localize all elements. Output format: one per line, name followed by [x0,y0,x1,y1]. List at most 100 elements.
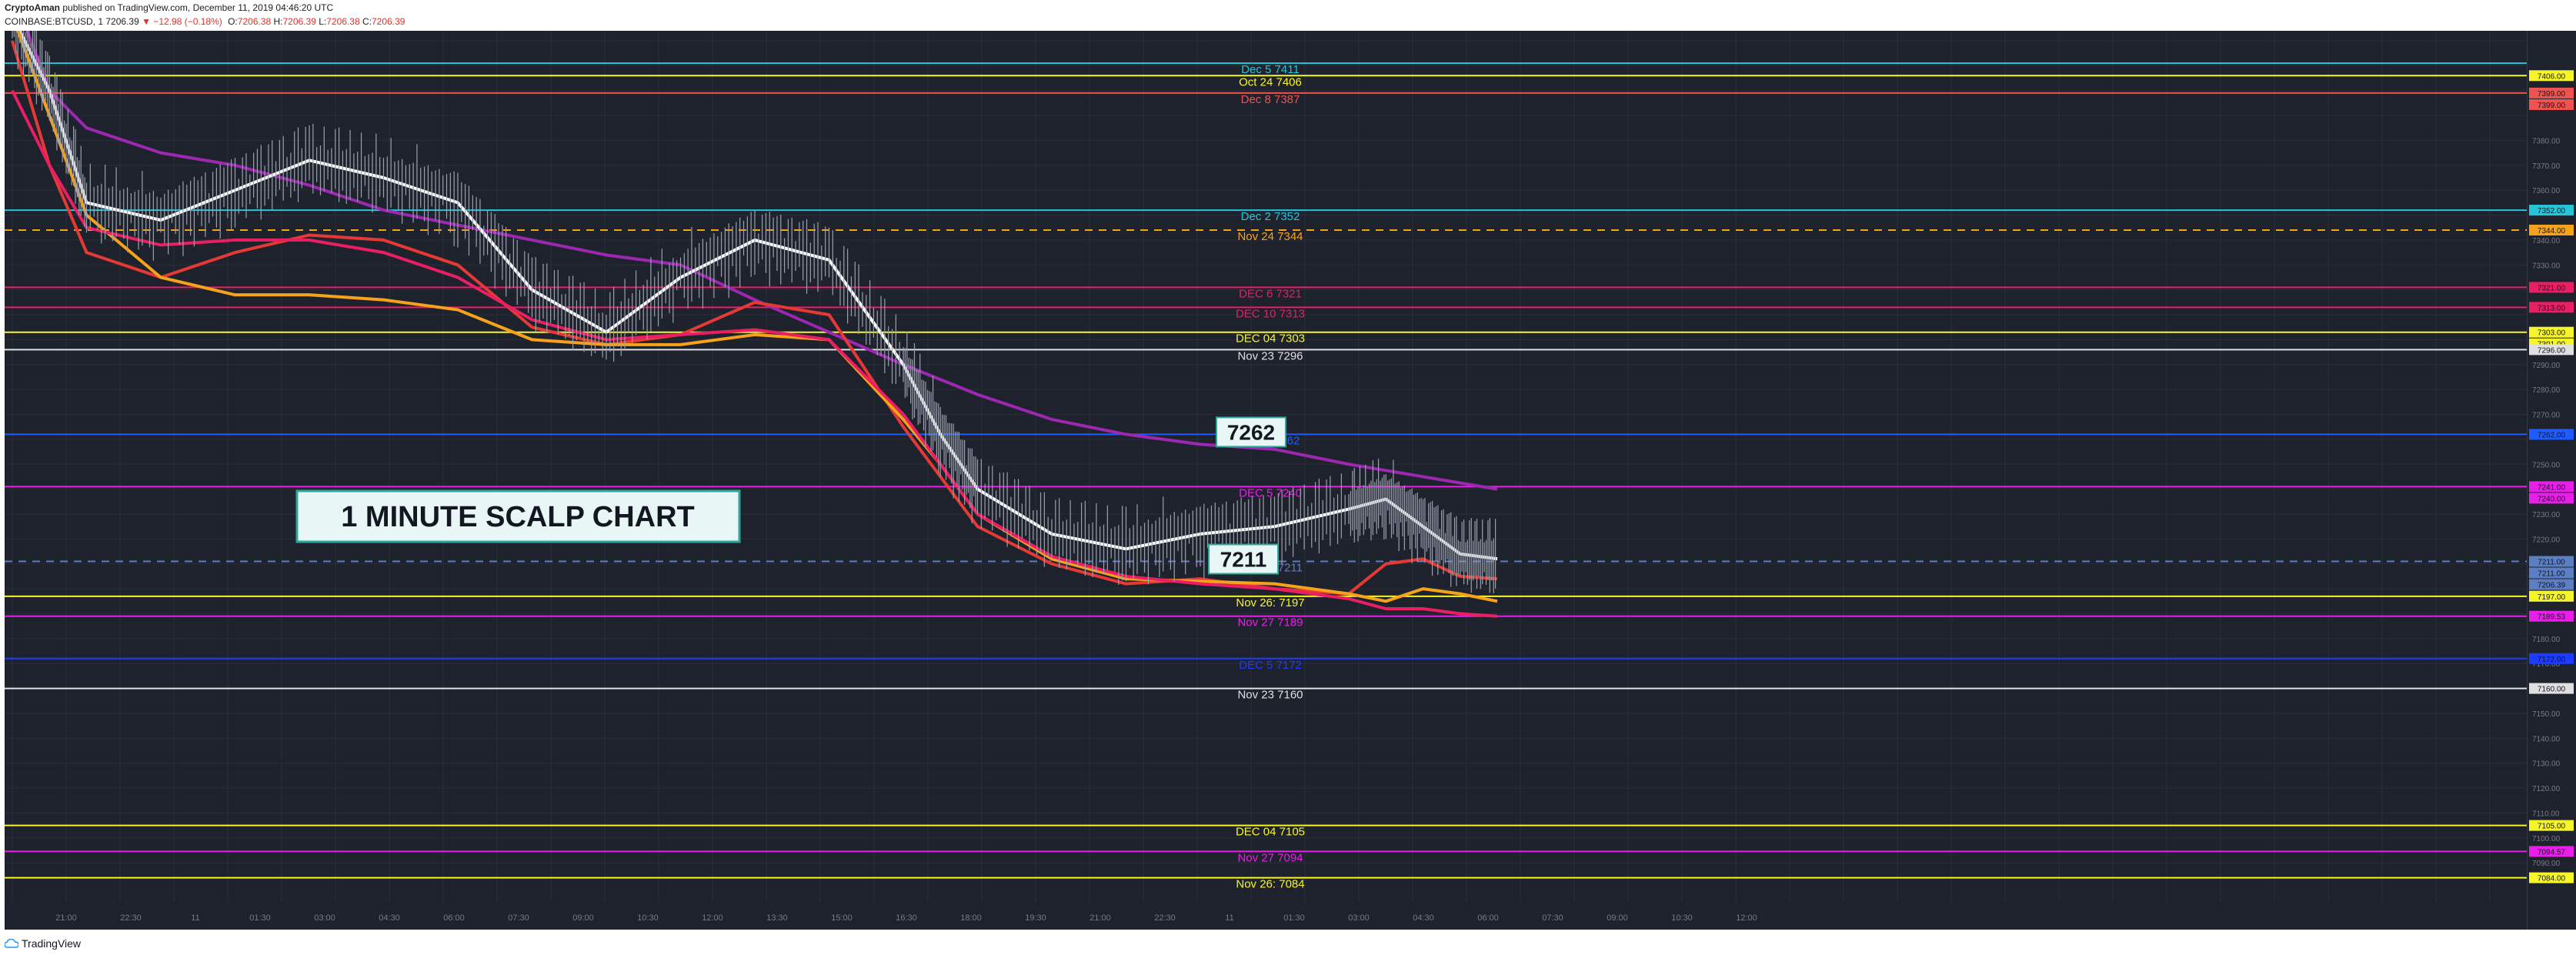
title-box-label: 1 MINUTE SCALP CHART [341,501,695,533]
price-tick-label: 7140.00 [2532,735,2561,743]
brand-label: TradingView [22,937,82,950]
time-tick-label: 03:00 [314,913,335,923]
price-tick-label: 7280.00 [2532,386,2561,395]
price-tick-label: 7380.00 [2532,137,2561,145]
time-tick-label: 10:30 [1671,913,1693,923]
price-tag-label: 7172.00 [2538,656,2566,664]
price-tag-label: 7321.00 [2538,284,2566,292]
close-value: 7206.39 [371,16,405,27]
price-tick-label: 7130.00 [2532,760,2561,769]
close-label: C: [362,16,372,27]
level-lines: Dec 5 7411Oct 24 7406 Dec 8 7387 Dec 2 735… [5,62,2527,891]
down-arrow-icon: ▼ [142,16,151,27]
low-label: L: [319,16,327,27]
price-tag-label: 7105.00 [2538,823,2566,831]
price-change: −12.98 (−0.18%) [153,16,222,27]
price-tick-label: 7220.00 [2532,536,2561,544]
time-tick-label: 10:30 [637,913,659,923]
price-tag-label: 7211.00 [2538,570,2565,579]
price-tag-label: 7399.00 [2538,90,2566,99]
price-tag-label: 7399.00 [2538,102,2566,110]
time-tick-label: 21:00 [1089,913,1111,923]
price-tick-label: 7100.00 [2532,835,2561,843]
level-label: DEC 10 7313 [1236,307,1305,320]
level-label: DEC 04 7105 [1236,826,1305,839]
time-tick-label: 15:00 [831,913,853,923]
open-label: O: [228,16,238,27]
chart-canvas[interactable]: Dec 5 7411Oct 24 7406 Dec 8 7387 Dec 2 735… [5,31,2527,930]
price-tag-label: 7189.53 [2538,613,2566,622]
level-label: Nov 27 7189 [1237,616,1303,629]
publish-date: published on TradingView.com, December 1… [62,2,334,13]
price-tick-label: 7370.00 [2532,162,2561,171]
time-tick-label: 22:30 [1154,913,1176,923]
price-tag-label: 7240.00 [2538,495,2566,503]
price-tag-label: 7211.00 [2538,559,2565,567]
price-tick-label: 7150.00 [2532,710,2561,719]
time-tick-label: 22:30 [120,913,142,923]
time-tick-label: 11 [191,913,199,923]
low-value: 7206.38 [326,16,360,27]
level-label: Nov 26: 7197 [1236,596,1304,609]
last-price: 7206.39 [105,16,139,27]
chart-area[interactable]: Dec 5 7411 Oct 24 7406 Dec 8 7387 Dec 2 735… [5,31,2527,930]
title-box: 1 MINUTE SCALP CHART [295,489,741,543]
price-tag-label: 7160.00 [2538,686,2566,694]
price-tag-label: 7084.00 [2538,875,2566,883]
price-tag-label: 7303.00 [2538,329,2566,338]
price-tag-label: 7241.00 [2538,483,2566,492]
author-name[interactable]: CryptoAman [5,2,60,13]
price-axis-canvas: 7380.00 7370.00 7360.00 7340.00 7330.00 7290.… [2529,70,2574,883]
price-tag-label: 7197.00 [2538,593,2566,602]
time-tick-label: 12:00 [702,913,723,923]
price-tag-label: 7206.39 [2538,582,2566,590]
price-tick-label: 7290.00 [2532,362,2561,370]
publish-info: CryptoAman published on TradingView.com,… [5,2,333,13]
price-tick-label: 7270.00 [2532,412,2561,420]
grid-vertical [12,31,2491,903]
time-tick-label: 06:00 [1477,913,1499,923]
level-label: Nov 26: 7084 [1236,878,1304,891]
price-tick-label: 7230.00 [2532,511,2561,519]
high-label: H: [273,16,283,27]
open-value: 7206.38 [237,16,272,27]
level-label: DEC 5 7240 [1239,486,1302,499]
price-tag-label: 7094.57 [2538,848,2566,856]
publish-header: CryptoAman published on TradingView.com,… [0,0,2576,31]
time-tick-label: 01:30 [1283,913,1305,923]
price-tick-label: 7120.00 [2532,785,2561,793]
price-tick-label: 7360.00 [2532,187,2561,195]
price-tick-label: 7180.00 [2532,636,2561,644]
time-tick-label: 01:30 [249,913,271,923]
tradingview-brand[interactable]: TradingView [5,937,81,950]
footer: TradingView [0,934,2576,955]
price-tick-label: 7330.00 [2532,262,2561,270]
price-tick-label: 7250.00 [2532,461,2561,469]
level-label: DEC 5 7172 [1239,659,1302,672]
time-tick-label: 13:30 [766,913,788,923]
time-tick-label: 09:00 [1607,913,1628,923]
level-label: Nov 27 7094 [1237,851,1303,864]
price-tag-label: 7344.00 [2538,227,2566,235]
time-tick-label: 16:30 [896,913,917,923]
level-label: Oct 24 7406 [1239,75,1302,88]
time-tick-label: 07:30 [1542,913,1563,923]
high-value: 7206.39 [282,16,316,27]
price-tick-label: 7090.00 [2532,860,2561,868]
price-axis[interactable]: 7380.00 7370.00 7360.00 7340.00 7330.00 7290.… [2527,31,2576,930]
price-tag-label: 7352.00 [2538,207,2566,215]
level-label: Dec 8 7387 [1241,93,1300,106]
callout-label: 7262 [1227,420,1275,444]
grid-horizontal [5,40,2527,863]
level-label: DEC 04 7303 [1236,332,1305,346]
price-tick-label: 7110.00 [2532,810,2560,818]
price-tick-label: 7340.00 [2532,237,2561,245]
level-label: Dec 2 7352 [1241,210,1300,223]
time-tick-label: 04:30 [1413,913,1434,923]
time-axis: 21:00 22:30 11 01:30 03:00 04:30 06:00 07:30 09:… [55,913,1757,923]
price-tag-label: 7406.00 [2538,72,2566,81]
time-tick-label: 18:00 [960,913,982,923]
time-tick-label: 21:00 [55,913,77,923]
symbol-name: COINBASE:BTCUSD, 1 [5,16,104,27]
time-tick-label: 07:30 [508,913,529,923]
